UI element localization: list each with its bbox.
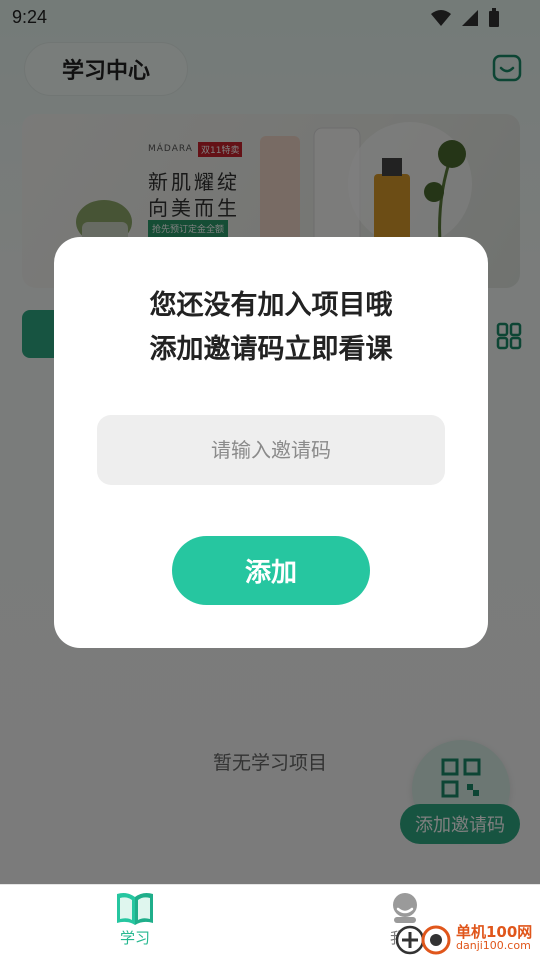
watermark-url: danji100.com: [456, 939, 531, 953]
dialog-title-line-2: 添加邀请码立即看课: [149, 334, 393, 365]
dialog-title-line-1: 您还没有加入项目哦: [149, 290, 393, 321]
watermark: 单机100网 danji100.com: [396, 918, 532, 958]
book-icon: [117, 893, 153, 925]
watermark-logo: [396, 925, 451, 955]
invite-code-input[interactable]: [97, 415, 445, 485]
nav-item-study[interactable]: 学习: [104, 891, 166, 957]
nav-study-label: 学习: [119, 929, 150, 947]
watermark-name: 单机100网: [456, 922, 533, 941]
add-button[interactable]: 添加: [172, 536, 370, 605]
join-project-dialog: 您还没有加入项目哦 添加邀请码立即看课 添加: [54, 237, 488, 648]
